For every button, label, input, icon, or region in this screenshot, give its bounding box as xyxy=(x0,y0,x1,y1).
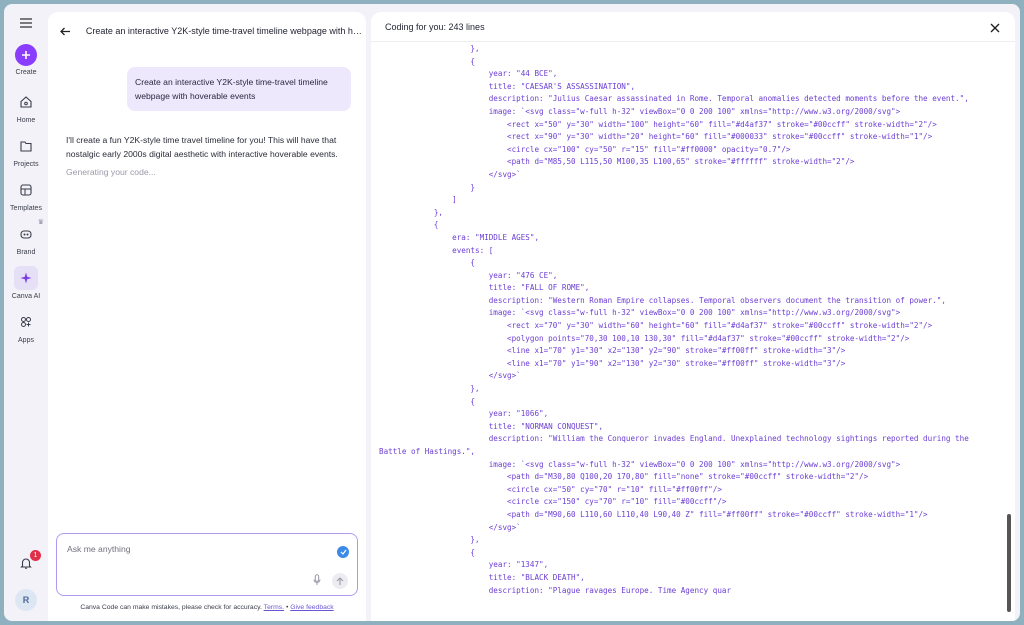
rail-item-label: Brand xyxy=(16,249,36,256)
code-line: <line x1="70" y1="30" x2="130" y2="90" s… xyxy=(379,346,846,356)
app-window: Create Home Projects Templates ♛ Brand C… xyxy=(4,4,1020,621)
code-line: <path d="M30,80 Q100,20 170,80" fill="no… xyxy=(379,472,869,482)
send-button[interactable] xyxy=(332,573,348,589)
code-line: image: `<svg class="w-full h-32" viewBox… xyxy=(379,308,901,318)
menu-icon[interactable] xyxy=(16,14,36,32)
code-line: <circle cx="100" cy="50" r="15" fill="#f… xyxy=(379,144,791,154)
feedback-link[interactable]: Give feedback xyxy=(290,604,333,611)
chat-header: Create an interactive Y2K-style time-tra… xyxy=(48,12,366,50)
code-line: { xyxy=(379,547,476,557)
check-icon[interactable] xyxy=(337,546,349,558)
code-panel: Coding for you: 243 lines }, { year: "44… xyxy=(371,12,1015,621)
avatar[interactable]: R xyxy=(15,589,37,611)
notification-badge: 1 xyxy=(30,550,41,561)
code-line: }, xyxy=(379,207,444,217)
code-line: year: "1347", xyxy=(379,560,549,570)
create-label: Create xyxy=(15,69,37,76)
folder-icon xyxy=(14,134,38,158)
notifications-button[interactable]: 1 xyxy=(19,550,41,575)
crown-icon: ♛ xyxy=(37,219,44,226)
rail-item-label: Canva AI xyxy=(11,293,41,300)
code-viewer[interactable]: }, { year: "44 BCE", title: "CAESAR'S AS… xyxy=(379,43,1005,621)
back-arrow-icon[interactable] xyxy=(60,24,76,39)
code-line: year: "476 CE", xyxy=(379,270,558,280)
disclaimer-text: Canva Code can make mistakes, please che… xyxy=(80,604,262,611)
rail-item-label: Templates xyxy=(10,205,42,212)
code-line: <polygon points="70,30 100,10 130,30" fi… xyxy=(379,333,910,343)
code-line: }, xyxy=(379,535,480,545)
code-line: <rect x="70" y="30" width="60" height="6… xyxy=(379,321,933,331)
rail-item-label: Projects xyxy=(13,161,39,168)
code-line: }, xyxy=(379,44,480,53)
assistant-message: I'll create a fun Y2K-style time travel … xyxy=(66,135,338,159)
rail-item-home[interactable]: Home xyxy=(14,90,38,124)
rail-item-label: Home xyxy=(16,117,36,124)
code-line: image: `<svg class="w-full h-32" viewBox… xyxy=(379,106,901,116)
rail-item-templates[interactable]: Templates xyxy=(10,178,42,212)
code-line: era: "MIDDLE AGES", xyxy=(379,232,540,242)
arrow-up-icon xyxy=(336,576,344,585)
home-icon xyxy=(14,90,38,114)
code-line: title: "FALL OF ROME", xyxy=(379,283,590,293)
code-line: image: `<svg class="w-full h-32" viewBox… xyxy=(379,459,901,469)
close-icon[interactable] xyxy=(989,21,1001,33)
code-line: description: "Julius Caesar assassinated… xyxy=(379,94,969,104)
code-line: <path d="M90,60 L110,60 L110,40 L90,40 Z… xyxy=(379,509,928,519)
code-line: </svg>` xyxy=(379,522,521,532)
code-line: <circle cx="150" cy="70" r="10" fill="#0… xyxy=(379,497,727,507)
create-button[interactable]: Create xyxy=(15,44,37,76)
rail-item-canva-ai[interactable]: Canva AI xyxy=(12,266,40,300)
code-line: description: "Plague ravages Europe. Tim… xyxy=(379,585,732,595)
code-line: <rect x="90" y="30" width="20" height="6… xyxy=(379,132,933,142)
brand-icon xyxy=(14,222,38,246)
code-line: year: "1066", xyxy=(379,409,549,419)
code-line: </svg>` xyxy=(379,371,521,381)
chat-title: Create an interactive Y2K-style time-tra… xyxy=(85,26,366,36)
rail-item-label: Apps xyxy=(18,337,34,344)
code-line: { xyxy=(379,258,476,268)
code-line: events: [ xyxy=(379,245,494,255)
code-line: description: "William the Conqueror inva… xyxy=(379,434,969,444)
generating-status: Generating your code... xyxy=(66,167,156,177)
code-line: description: "Western Roman Empire colla… xyxy=(379,295,946,305)
disclaimer: Canva Code can make mistakes, please che… xyxy=(48,604,366,611)
code-line: <path d="M85,50 L115,50 M100,35 L100,65"… xyxy=(379,157,855,167)
user-message: Create an interactive Y2K-style time-tra… xyxy=(127,67,351,111)
code-line: { xyxy=(379,56,476,66)
chat-input[interactable] xyxy=(67,544,327,554)
sparkle-icon xyxy=(13,266,38,290)
code-line: <circle cx="50" cy="70" r="10" fill="#ff… xyxy=(379,484,722,494)
code-line: title: "BLACK DEATH", xyxy=(379,572,585,582)
templates-icon xyxy=(14,178,38,202)
code-line: Battle of Hastings.", xyxy=(379,447,476,456)
code-line: ] xyxy=(379,195,457,205)
chat-panel: Create an interactive Y2K-style time-tra… xyxy=(48,12,366,621)
left-rail: Create Home Projects Templates ♛ Brand C… xyxy=(4,4,48,621)
code-line: year: "44 BCE", xyxy=(379,69,558,79)
apps-icon xyxy=(14,310,38,334)
rail-item-brand[interactable]: ♛ Brand xyxy=(14,219,44,256)
code-line: }, xyxy=(379,384,480,394)
code-title: Coding for you: 243 lines xyxy=(385,21,485,32)
rail-item-apps[interactable]: Apps xyxy=(14,310,38,344)
code-line: </svg>` xyxy=(379,169,521,179)
code-line: { xyxy=(379,396,476,406)
plus-icon xyxy=(15,44,37,66)
code-line: title: "NORMAN CONQUEST", xyxy=(379,421,604,431)
code-line: { xyxy=(379,220,439,230)
code-header: Coding for you: 243 lines xyxy=(371,12,1015,42)
rail-item-projects[interactable]: Projects xyxy=(13,134,39,168)
code-line: <line x1="70" y1="90" x2="130" y2="30" s… xyxy=(379,358,846,368)
terms-link[interactable]: Terms. xyxy=(264,604,284,611)
chat-composer xyxy=(56,533,358,596)
separator: • xyxy=(285,604,289,611)
microphone-icon[interactable] xyxy=(311,573,323,587)
code-line: } xyxy=(379,182,476,192)
scrollbar[interactable] xyxy=(1007,514,1011,612)
code-line: <rect x="50" y="30" width="100" height="… xyxy=(379,119,937,129)
code-line: title: "CAESAR'S ASSASSINATION", xyxy=(379,81,636,91)
